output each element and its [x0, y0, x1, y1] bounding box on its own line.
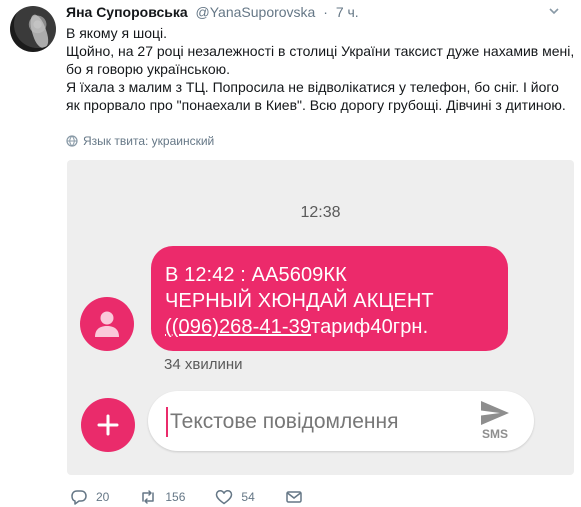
tweet-language[interactable]: Язык твита: украинский	[66, 134, 214, 148]
phone-paren: (	[165, 316, 172, 338]
caret-down-icon[interactable]	[547, 4, 561, 18]
send-icon	[481, 401, 509, 425]
tariff-text: тариф40грн.	[311, 316, 429, 338]
tweet-time[interactable]: 7 ч.	[336, 4, 359, 20]
header-separator: ·	[323, 4, 328, 20]
sms-line: В 12:42 : АА5609КК	[165, 264, 347, 286]
author-name[interactable]: Яна Супоровська	[66, 4, 188, 20]
reply-button[interactable]: 20	[70, 488, 109, 506]
tweet-line: Щойно, на 27 році незалежності в столиці…	[66, 43, 575, 77]
reply-count: 20	[96, 490, 110, 504]
phone-number: (096)268-41-39	[171, 316, 312, 338]
phone-link[interactable]: ((096)268-41-39	[165, 316, 311, 338]
sms-screenshot[interactable]: 12:38 В 12:42 : АА5609КК ЧЕРНЫЙ ХЮНДАЙ А…	[67, 160, 574, 475]
author-handle[interactable]: @YanaSuporovska	[196, 4, 316, 20]
reply-icon	[71, 490, 87, 505]
plus-icon	[97, 414, 119, 436]
retweet-icon	[142, 490, 155, 504]
tweet-line: Я їхала з малим з ТЦ. Попросила не відво…	[66, 79, 566, 113]
add-button[interactable]	[81, 398, 135, 452]
language-label: Язык твита: украинский	[83, 134, 215, 148]
direct-message-button[interactable]	[285, 488, 303, 506]
sms-time: 12:38	[300, 204, 341, 221]
tweet-header: Яна Супоровська @YanaSuporovska · 7 ч.	[66, 4, 561, 22]
send-sms-button[interactable]: SMS	[472, 399, 518, 443]
tweet-text: В якому я шоці. Щойно, на 27 році незале…	[66, 24, 576, 114]
heart-icon	[216, 490, 233, 505]
tweet-actions: 20 156 54	[70, 487, 333, 507]
compose-bar: SMS	[148, 391, 534, 451]
sms-line: ((096)268-41-39тариф40грн.	[165, 314, 494, 340]
retweet-button[interactable]: 156	[139, 488, 185, 506]
sms-line: ЧЕРНЫЙ ХЮНДАЙ АКЦЕНТ	[165, 290, 434, 312]
tweet-line: В якому я шоці.	[66, 25, 168, 41]
like-button[interactable]: 54	[215, 488, 255, 506]
message-age: 34 хвилини	[164, 356, 243, 373]
message-input[interactable]	[166, 407, 462, 437]
send-label: SMS	[481, 427, 508, 441]
globe-icon	[66, 135, 78, 147]
person-icon	[95, 311, 119, 337]
retweet-count: 156	[165, 490, 186, 504]
author-avatar[interactable]	[10, 6, 56, 52]
sms-bubble[interactable]: В 12:42 : АА5609КК ЧЕРНЫЙ ХЮНДАЙ АКЦЕНТ …	[151, 246, 508, 351]
message-icon	[286, 491, 302, 503]
contact-avatar	[80, 297, 134, 351]
like-count: 54	[241, 490, 255, 504]
